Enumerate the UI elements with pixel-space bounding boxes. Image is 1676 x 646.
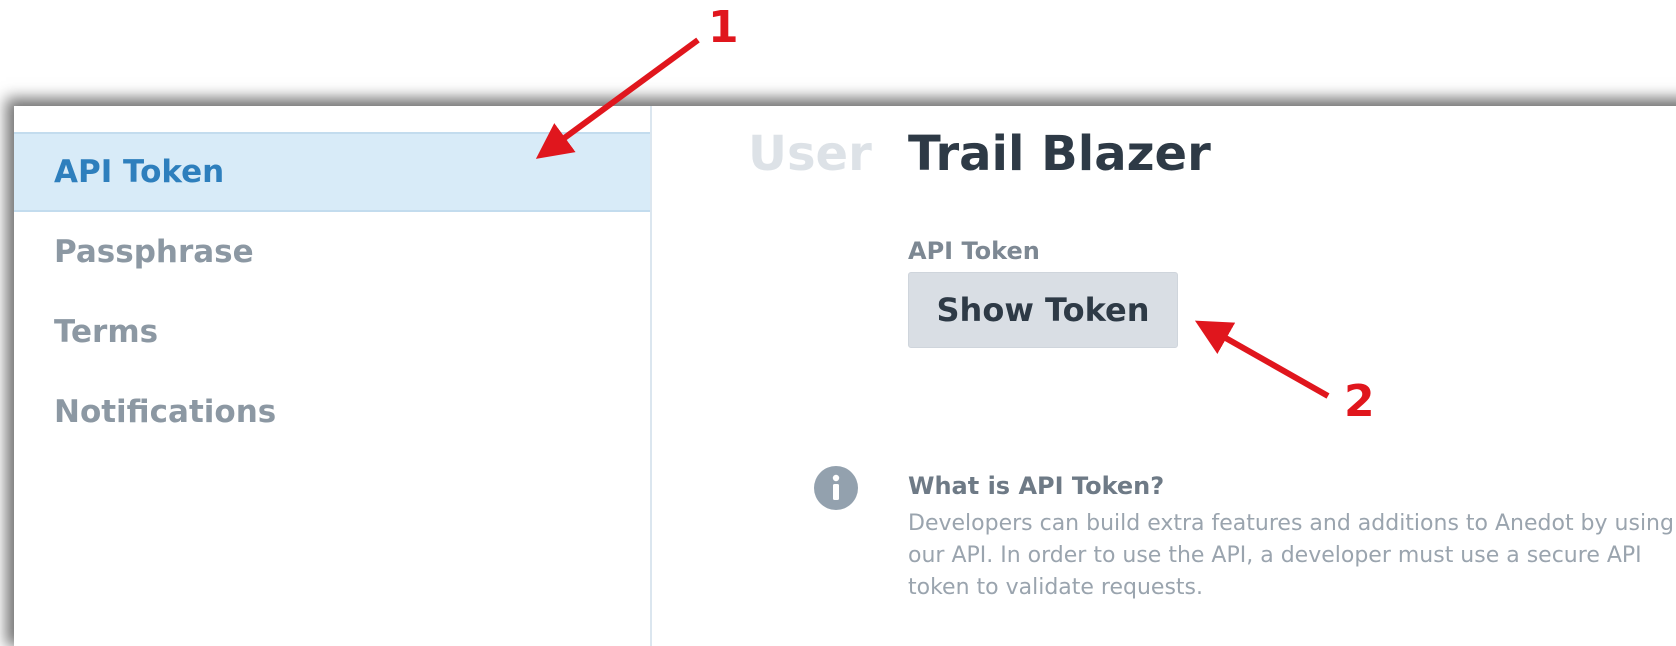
sidebar: API Token Passphrase Terms Notifications [14,106,652,646]
info-description: Developers can build extra features and … [908,511,1674,600]
section-label: User [748,126,872,182]
api-token-field-label: API Token [908,237,1040,265]
info-icon [814,466,858,510]
main-content: User Trail Blazer API Token Show Token W… [654,106,1676,646]
settings-window: API Token Passphrase Terms Notifications… [14,106,1676,646]
page-title: Trail Blazer [908,126,1211,182]
info-title: What is API Token? [908,472,1165,500]
sidebar-item-passphrase[interactable]: Passphrase [14,212,650,292]
annotation-number-2: 2 [1344,376,1375,427]
annotation-number-1: 1 [708,2,739,53]
sidebar-menu: API Token Passphrase Terms Notifications [14,132,650,452]
sidebar-item-notifications[interactable]: Notifications [14,372,650,452]
sidebar-item-terms[interactable]: Terms [14,292,650,372]
show-token-button[interactable]: Show Token [908,272,1178,348]
sidebar-item-api-token[interactable]: API Token [14,132,650,212]
